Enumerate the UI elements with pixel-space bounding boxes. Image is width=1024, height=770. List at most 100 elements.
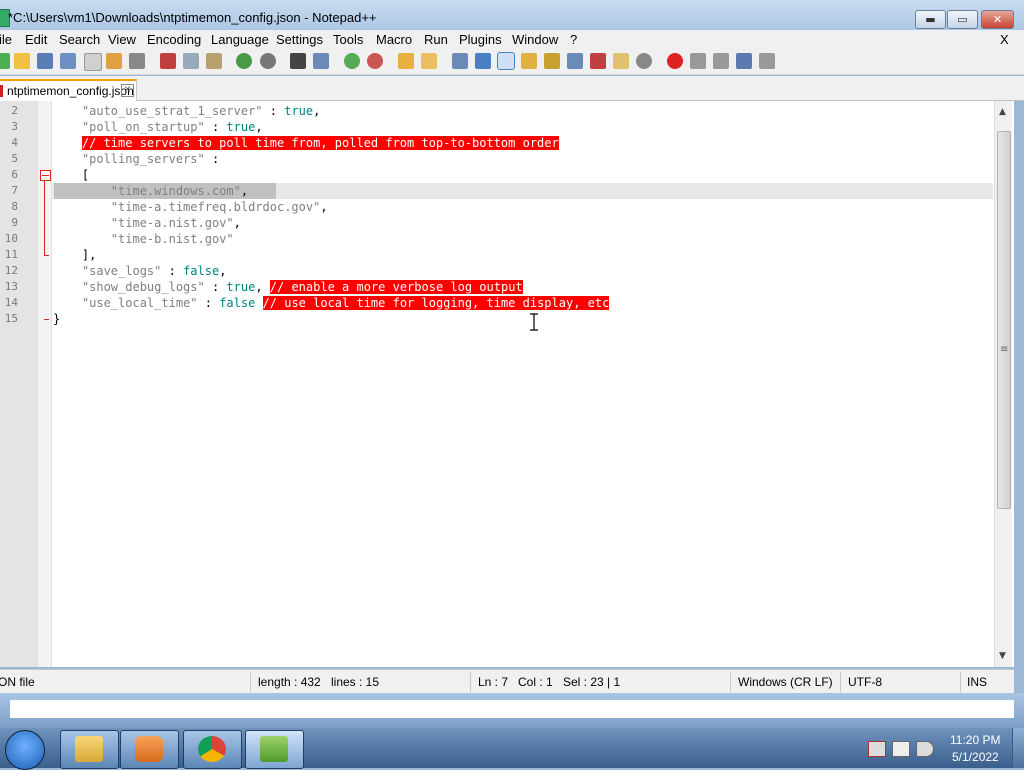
line-number: 2 <box>11 104 18 117</box>
menu-help[interactable]: ? <box>570 32 577 47</box>
scroll-up-icon[interactable]: ▲ <box>999 107 1006 117</box>
close-document-button[interactable]: X <box>1000 32 1009 47</box>
print-icon[interactable] <box>129 53 145 69</box>
code-pre <box>53 184 111 198</box>
save-macro-icon[interactable] <box>759 53 775 69</box>
code-comment: // use local time for logging, time disp… <box>262 296 610 310</box>
show-desktop-button[interactable] <box>1012 728 1024 768</box>
toolbar <box>0 50 1024 75</box>
menu-edit[interactable]: Edit <box>25 32 47 47</box>
taskbar-media-player[interactable] <box>120 730 179 769</box>
code-pre <box>53 168 82 182</box>
menu-search[interactable]: Search <box>59 32 100 47</box>
line-number: 15 <box>4 312 18 325</box>
scroll-thumb[interactable]: ≡ <box>997 131 1011 509</box>
minimize-button[interactable]: ▬ <box>915 10 946 29</box>
menu-plugins[interactable]: Plugins <box>459 32 502 47</box>
editor[interactable]: 2 "auto_use_strat_1_server" : true, 3 "po… <box>0 101 1014 667</box>
stop-recording-icon[interactable] <box>690 53 706 69</box>
taskbar: 11:20 PM 5/1/2022 <box>0 728 1024 770</box>
volume-icon[interactable] <box>916 741 934 757</box>
maximize-button[interactable]: ▭ <box>947 10 978 29</box>
code-line: [ <box>53 167 89 183</box>
menu-settings[interactable]: Settings <box>276 32 323 47</box>
save-all-icon[interactable] <box>60 53 76 69</box>
clock-time[interactable]: 11:20 PM <box>950 733 1000 747</box>
start-button[interactable] <box>5 730 45 770</box>
code-line: "poll_on_startup" : true, <box>53 119 263 135</box>
code-sep: , <box>320 200 328 214</box>
taskbar-chrome[interactable] <box>183 730 242 769</box>
zoom-in-icon[interactable] <box>344 53 360 69</box>
menu-window[interactable]: Window <box>512 32 558 47</box>
code-line: "auto_use_strat_1_server" : true, <box>53 103 320 119</box>
menu-language[interactable]: Language <box>211 32 269 47</box>
document-map-icon[interactable] <box>544 53 560 69</box>
code-str: "use_local_time" <box>81 296 198 310</box>
cut-icon[interactable] <box>160 53 176 69</box>
tab-close-icon[interactable]: × <box>121 84 134 97</box>
unsaved-file-icon <box>0 85 3 97</box>
folder-icon <box>75 736 103 762</box>
undo-icon[interactable] <box>236 53 252 69</box>
menu-run[interactable]: Run <box>424 32 448 47</box>
status-eol[interactable]: Windows (CR LF) <box>738 675 833 689</box>
monitoring-icon[interactable] <box>636 53 652 69</box>
close-file-icon[interactable] <box>84 53 102 71</box>
zoom-out-icon[interactable] <box>367 53 383 69</box>
code-tail <box>255 296 262 310</box>
network-icon[interactable] <box>892 741 910 757</box>
code-line: "time.windows.com", <box>53 183 248 199</box>
indent-guide-icon[interactable] <box>497 52 515 70</box>
menu-encoding[interactable]: Encoding <box>147 32 201 47</box>
show-all-characters-icon[interactable] <box>475 53 491 69</box>
sync-vertical-icon[interactable] <box>398 53 414 69</box>
redo-icon[interactable] <box>260 53 276 69</box>
user-language-icon[interactable] <box>521 53 537 69</box>
new-file-icon[interactable] <box>0 53 10 69</box>
status-insert-mode[interactable]: INS <box>967 675 987 689</box>
function-list-icon[interactable] <box>590 53 606 69</box>
fold-toggle-icon[interactable] <box>40 170 51 181</box>
menu-view[interactable]: View <box>108 32 136 47</box>
sync-horizontal-icon[interactable] <box>421 53 437 69</box>
word-wrap-icon[interactable] <box>452 53 468 69</box>
chrome-icon <box>198 736 226 762</box>
clock-date[interactable]: 5/1/2022 <box>952 750 999 764</box>
code-pre <box>53 200 111 214</box>
code-str: "time.windows.com" <box>110 184 241 198</box>
folder-workspace-icon[interactable] <box>613 53 629 69</box>
taskbar-notepad-plus-plus[interactable] <box>245 730 304 769</box>
menu-macro[interactable]: Macro <box>376 32 412 47</box>
line-number: 3 <box>11 120 18 133</box>
record-macro-icon[interactable] <box>667 53 683 69</box>
menu-file[interactable]: ile <box>0 32 12 47</box>
fold-margin <box>38 101 52 667</box>
tab-ntptimemon-config[interactable]: ntptimemon_config.json × <box>0 79 137 101</box>
paste-icon[interactable] <box>206 53 222 69</box>
scroll-down-icon[interactable]: ▼ <box>999 651 1006 661</box>
open-file-icon[interactable] <box>14 53 30 69</box>
code-line: ], <box>53 247 96 263</box>
menu-tools[interactable]: Tools <box>333 32 363 47</box>
status-column: Col : 1 <box>518 675 553 689</box>
line-number: 9 <box>11 216 18 229</box>
playback-icon[interactable] <box>713 53 729 69</box>
line-number: 4 <box>11 136 18 149</box>
vertical-scrollbar[interactable]: ▲ ≡ ▼ <box>994 101 1012 667</box>
close-all-icon[interactable] <box>106 53 122 69</box>
run-macro-multiple-icon[interactable] <box>736 53 752 69</box>
document-list-icon[interactable] <box>567 53 583 69</box>
code-pre <box>53 136 82 150</box>
action-center-icon[interactable] <box>868 741 886 757</box>
copy-icon[interactable] <box>183 53 199 69</box>
find-icon[interactable] <box>290 53 306 69</box>
line-number: 14 <box>4 296 18 309</box>
save-icon[interactable] <box>37 53 53 69</box>
code-sep: : <box>204 120 227 134</box>
taskbar-explorer[interactable] <box>60 730 119 769</box>
close-button[interactable]: ✕ <box>981 10 1014 29</box>
code-sep: : <box>204 152 220 166</box>
tab-label: ntptimemon_config.json <box>7 84 134 98</box>
replace-icon[interactable] <box>313 53 329 69</box>
